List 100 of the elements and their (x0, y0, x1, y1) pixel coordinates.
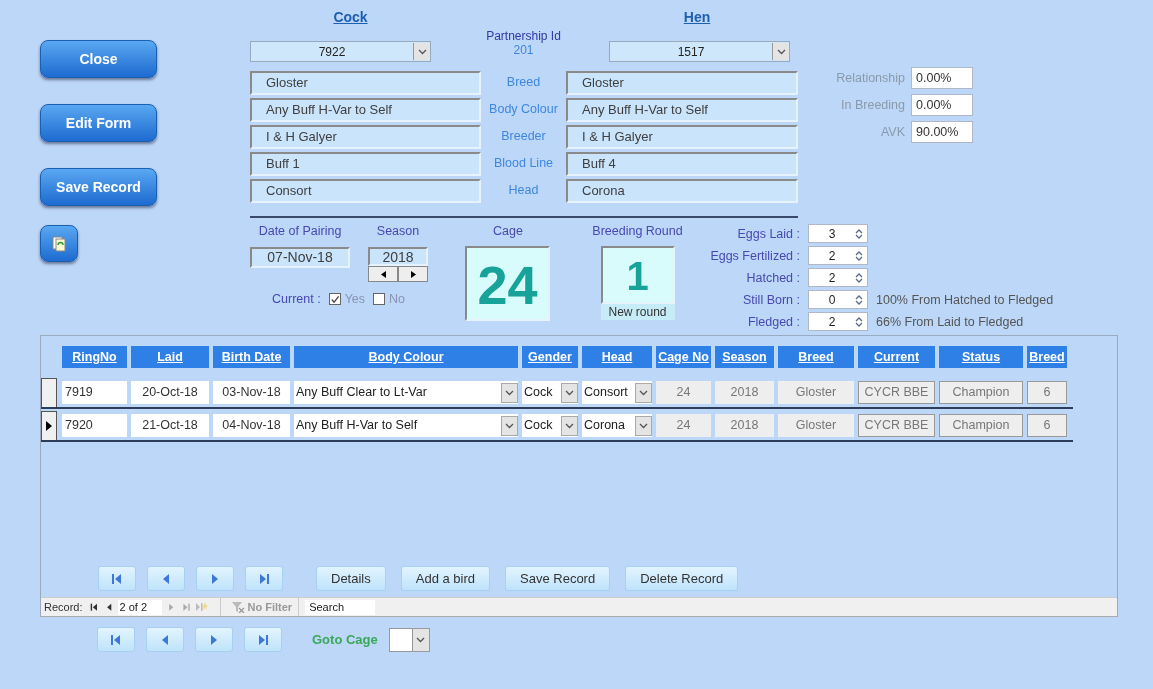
table-cell[interactable]: 7920 (62, 414, 127, 437)
record-position-field[interactable]: 2 of 2 (117, 599, 162, 615)
section-heading-link[interactable]: Cock (333, 9, 368, 29)
ring-number-dropdown[interactable]: 7922 (250, 41, 431, 62)
checkbox[interactable] (373, 293, 386, 305)
column-header[interactable]: Current (858, 346, 935, 368)
spinner-icon (855, 271, 863, 284)
table-cell[interactable]: 03-Nov-18 (213, 381, 290, 404)
left-arrow-icon (380, 270, 386, 278)
chevron-down-icon (417, 48, 427, 55)
value-field: 90.00% (911, 121, 973, 143)
nav-button[interactable] (196, 566, 234, 591)
season-field[interactable]: 2018 (368, 247, 428, 266)
dropdown-button[interactable] (635, 415, 652, 436)
column-header[interactable]: RingNo (62, 346, 127, 368)
number-spinner-field[interactable]: 0 (808, 290, 868, 309)
text-field[interactable]: Gloster (566, 71, 798, 95)
table-cell: CYCR BBE (858, 414, 935, 437)
number-spinner-field[interactable]: 2 (808, 246, 868, 265)
text-field[interactable]: I & H Galyer (250, 125, 481, 149)
dropdown-button[interactable] (413, 43, 430, 60)
column-header[interactable]: Gender (522, 346, 578, 368)
form-button[interactable]: Edit Form (40, 104, 157, 142)
field-label: Head (508, 182, 539, 199)
dropdown-button[interactable] (501, 382, 518, 403)
partnership-id-value: 201 (513, 43, 534, 57)
nav-button[interactable] (98, 566, 136, 591)
table-dropdown[interactable]: Any Buff Clear to Lt-Var (294, 381, 518, 404)
column-header[interactable]: Breed (1027, 346, 1067, 368)
ring-number-dropdown[interactable]: 1517 (609, 41, 790, 62)
text-field[interactable]: Corona (566, 179, 798, 203)
dropdown-button[interactable] (561, 415, 578, 436)
decrement-button[interactable] (368, 266, 398, 282)
number-spinner-field[interactable]: 3 (808, 224, 868, 243)
form-button[interactable]: Close (40, 40, 157, 78)
field-label: Breeder (501, 128, 546, 145)
search-field[interactable]: Search (305, 599, 376, 615)
table-cell[interactable]: 20-Oct-18 (131, 381, 209, 404)
column-header[interactable]: Season (715, 346, 774, 368)
cage-number: 24 (465, 246, 550, 321)
column-header[interactable]: Cage No (656, 346, 711, 368)
text-field[interactable]: Any Buff H-Var to Self (566, 98, 798, 122)
column-header[interactable]: Body Colour (294, 346, 518, 368)
number-spinner-field[interactable]: 2 (808, 312, 868, 331)
column-header[interactable]: Status (939, 346, 1023, 368)
refresh-document-button[interactable] (40, 225, 78, 262)
column-header[interactable]: Head (582, 346, 652, 368)
dropdown-button[interactable] (411, 628, 429, 651)
table-dropdown[interactable]: Any Buff H-Var to Self (294, 414, 518, 437)
text-field[interactable]: Buff 1 (250, 152, 481, 176)
nav-button[interactable] (146, 627, 184, 652)
table-dropdown[interactable]: Consort (582, 381, 652, 404)
table-dropdown[interactable]: Cock (522, 414, 578, 437)
text-field[interactable]: Gloster (250, 71, 481, 95)
table-cell[interactable]: 7919 (62, 381, 127, 404)
number-spinner-field[interactable]: 2 (808, 268, 868, 287)
table-cell[interactable]: 04-Nov-18 (213, 414, 290, 437)
subform-button[interactable]: Add a bird (400, 566, 490, 591)
nav-button[interactable] (244, 627, 282, 652)
field-label: In Breeding (840, 98, 905, 112)
subform-button[interactable]: Details (316, 566, 386, 591)
spinner-icon (855, 315, 863, 328)
nav-button[interactable] (147, 566, 185, 591)
checkbox[interactable] (328, 293, 341, 305)
column-header[interactable]: Birth Date (213, 346, 290, 368)
dropdown-button[interactable] (772, 43, 789, 60)
text-field[interactable]: I & H Galyer (566, 125, 798, 149)
table-cell: Champion (939, 381, 1023, 404)
right-arrow-icon (410, 270, 416, 278)
chevron-down-icon (639, 389, 648, 396)
table-cell: Gloster (778, 414, 854, 437)
field-label: Still Born : (742, 292, 800, 307)
spinner-icon (855, 249, 863, 262)
dropdown-button[interactable] (635, 382, 652, 403)
subform-button[interactable]: Save Record (505, 566, 611, 591)
row-selector[interactable] (41, 378, 57, 407)
table-cell: Gloster (778, 381, 854, 404)
dropdown-button[interactable] (561, 382, 578, 403)
table-dropdown[interactable]: Corona (582, 414, 652, 437)
text-field[interactable]: Consort (250, 179, 481, 203)
text-field[interactable]: Any Buff H-Var to Self (250, 98, 481, 122)
table-cell[interactable]: 21-Oct-18 (131, 414, 209, 437)
date-field[interactable]: 07-Nov-18 (250, 247, 350, 268)
new-round-button[interactable]: New round (600, 304, 675, 320)
nav-button[interactable] (195, 627, 233, 652)
subform-button[interactable]: Delete Record (625, 566, 739, 591)
column-header[interactable]: Breed (778, 346, 854, 368)
table-cell: 2018 (715, 414, 774, 437)
text-field[interactable]: Buff 4 (566, 152, 798, 176)
column-header[interactable]: Laid (131, 346, 209, 368)
nav-button[interactable] (97, 627, 135, 652)
row-selector[interactable] (41, 411, 57, 440)
cage-dropdown[interactable] (388, 627, 430, 652)
field-label: Blood Line (493, 155, 554, 172)
dropdown-button[interactable] (501, 415, 518, 436)
section-heading-link[interactable]: Hen (683, 9, 711, 29)
nav-button[interactable] (245, 566, 283, 591)
increment-button[interactable] (398, 266, 428, 282)
form-button[interactable]: Save Record (40, 168, 157, 206)
table-dropdown[interactable]: Cock (522, 381, 578, 404)
